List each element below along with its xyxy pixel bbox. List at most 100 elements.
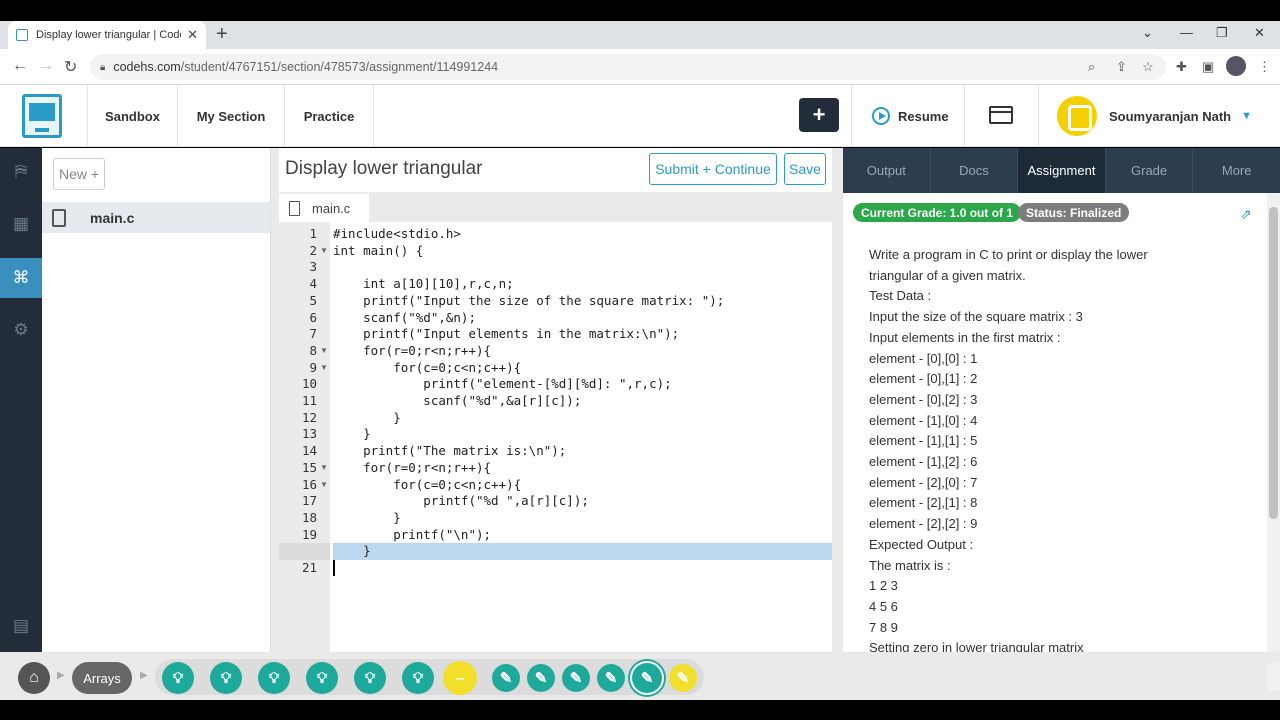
forward-icon[interactable]: → — [38, 57, 54, 75]
current-exercise-pencil-icon[interactable]: ✎ — [632, 663, 662, 693]
code-line: printf("Input the size of the square mat… — [333, 292, 725, 308]
code-line: } — [333, 426, 371, 442]
text-caret — [333, 560, 335, 576]
line-number: 15 — [301, 459, 317, 475]
restore-icon[interactable]: ❐ — [1216, 25, 1228, 41]
lesson-bulb-icon[interactable]: 💡︎ — [210, 662, 242, 694]
fold-toggle-icon[interactable]: ▼ — [320, 477, 328, 494]
url-field[interactable]: 🔒︎ codehs.com/student/4767151/section/47… — [90, 54, 1166, 80]
browser-tab[interactable]: Display lower triangular | CodeH ✕ — [8, 21, 206, 49]
file-doc-icon — [289, 200, 300, 216]
user-avatar — [1057, 96, 1097, 136]
code-line: scanf("%d",&a[r][c]); — [333, 393, 582, 408]
external-link-icon[interactable]: ⇗ — [1240, 206, 1252, 223]
monitor-screen-shape — [29, 103, 55, 121]
assignment-scrollbar[interactable] — [1267, 193, 1280, 652]
home-icon[interactable]: ⌂ — [18, 662, 50, 694]
tab-output[interactable]: Output — [843, 148, 931, 193]
description-line: Setting zero in lower triangular matrix — [869, 640, 1084, 652]
lesson-bulb-icon[interactable]: 💡︎ — [258, 662, 290, 694]
share-icon[interactable]: ⇪ — [1116, 59, 1127, 75]
back-icon[interactable]: ← — [12, 57, 28, 75]
exercise-pencil-icon[interactable]: ✎ — [527, 664, 555, 692]
lesson-bulb-icon[interactable]: 💡︎ — [162, 662, 194, 694]
file-item-main-c[interactable]: main.c — [42, 202, 270, 233]
editor-file-tab[interactable]: main.c — [279, 194, 369, 222]
line-number: 2 — [309, 242, 317, 258]
tab-assignment[interactable]: Assignment — [1018, 148, 1106, 193]
browser-tab-strip: Display lower triangular | CodeH ✕ + ⌄ —… — [0, 21, 1280, 49]
tab-more[interactable]: More — [1193, 148, 1280, 193]
fold-toggle-icon[interactable]: ▼ — [320, 343, 328, 360]
unit-arrays-button[interactable]: Arrays — [72, 662, 132, 694]
save-button[interactable]: Save — [784, 153, 826, 185]
lesson-bulb-icon[interactable]: 💡︎ — [402, 662, 434, 694]
bookmark-star-icon[interactable]: ☆ — [1142, 59, 1154, 75]
description-line: element - [0],[0] : 1 — [869, 350, 978, 366]
side-panel-icon[interactable]: ▣ — [1202, 59, 1214, 75]
panel-splitter-right[interactable] — [832, 148, 843, 652]
scrollbar-thumb[interactable] — [1269, 207, 1278, 519]
right-panel-tabs: Output Docs Assignment Grade More — [843, 148, 1280, 193]
line-number: 13 — [301, 426, 317, 442]
url-host: codehs.com — [113, 60, 181, 74]
code-line: } — [333, 543, 371, 559]
exercise-pencil-icon[interactable]: ✎ — [492, 664, 520, 692]
code-line: for(r=0;r<n;r++){ — [333, 459, 492, 475]
lesson-bulb-icon[interactable]: 💡︎ — [306, 662, 338, 694]
line-number: 3 — [309, 259, 317, 275]
gutter-active-line — [279, 543, 330, 560]
new-file-button[interactable]: New + — [53, 158, 105, 190]
code-file-icon[interactable]: ⌘ — [11, 268, 31, 288]
browser-window-icon[interactable] — [989, 106, 1013, 124]
editor-header: Display lower triangular Submit + Contin… — [279, 148, 832, 192]
code-line: } — [333, 509, 401, 525]
extensions-icon[interactable]: ✚ — [1176, 59, 1187, 75]
menu-kebab-icon[interactable]: ⋮ — [1258, 59, 1271, 75]
reload-icon[interactable]: ↻ — [64, 57, 77, 77]
fold-toggle-icon[interactable]: ▼ — [320, 360, 328, 377]
description-line: element - [2],[0] : 7 — [869, 474, 978, 490]
line-number-gutter: 12▼345678▼9▼101112131415▼16▼1718192021 — [279, 222, 330, 652]
submit-continue-button[interactable]: Submit + Continue — [649, 153, 777, 185]
zoom-icon[interactable]: ⌕ — [1088, 59, 1095, 75]
panel-splitter-left[interactable] — [271, 148, 279, 652]
code-editor[interactable]: 12▼345678▼9▼101112131415▼16▼1718192021 #… — [279, 222, 832, 652]
calendar-icon[interactable]: ▦ — [11, 214, 31, 234]
user-menu[interactable]: Soumyaranjan Nath ▼ — [1038, 85, 1280, 147]
create-plus-button[interactable]: + — [799, 98, 839, 132]
minimize-icon[interactable]: — — [1180, 25, 1193, 40]
new-tab-icon[interactable]: + — [216, 23, 228, 46]
page-scrollbar[interactable] — [1267, 663, 1280, 691]
nav-sandbox[interactable]: Sandbox — [87, 85, 178, 147]
lesson-bulb-icon[interactable]: 💡︎ — [354, 662, 386, 694]
nav-practice[interactable]: Practice — [285, 85, 374, 147]
editor-file-tab-label: main.c — [312, 200, 351, 216]
nav-my-section[interactable]: My Section — [178, 85, 285, 147]
tab-docs[interactable]: Docs — [931, 148, 1019, 193]
line-number: 5 — [309, 292, 317, 308]
description-line: element - [1],[0] : 4 — [869, 412, 978, 428]
description-line: element - [0],[2] : 3 — [869, 391, 978, 407]
exercise-pencil-icon[interactable]: ✎ — [562, 664, 590, 692]
user-name: Soumyaranjan Nath — [1109, 108, 1232, 124]
exercise-pencil-icon[interactable]: ✎ — [597, 664, 625, 692]
exercise-pencil-icon[interactable]: ✎ — [669, 664, 697, 692]
close-window-icon[interactable]: ✕ — [1254, 25, 1265, 41]
tab-grade[interactable]: Grade — [1106, 148, 1194, 193]
close-tab-icon[interactable]: ✕ — [187, 27, 198, 43]
fold-toggle-icon[interactable]: ▼ — [320, 243, 328, 260]
resume-button[interactable]: Resume — [851, 85, 965, 147]
file-panel: New + main.c — [42, 148, 271, 652]
map-icon[interactable]: ⛿ — [11, 162, 31, 182]
tab-search-icon[interactable]: ⌄ — [1142, 25, 1153, 41]
codehs-logo[interactable] — [22, 94, 62, 138]
file-doc-icon — [52, 208, 66, 227]
code-line: for(c=0;c<n;c++){ — [333, 359, 522, 375]
settings-gear-icon[interactable]: ⚙ — [11, 320, 31, 340]
assignment-title: Display lower triangular — [285, 158, 483, 179]
fold-toggle-icon[interactable]: ▼ — [320, 460, 328, 477]
quiz-dash-icon[interactable]: – — [443, 661, 477, 695]
layout-panel-icon[interactable]: ▤ — [11, 616, 31, 636]
profile-avatar[interactable] — [1226, 56, 1246, 76]
